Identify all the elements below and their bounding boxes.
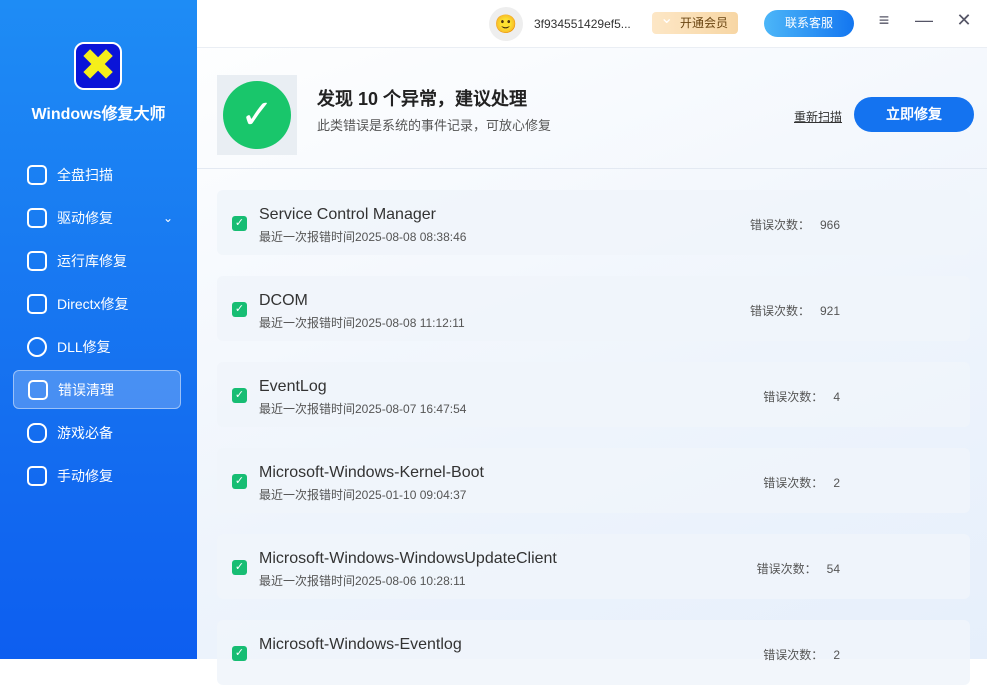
row-checkbox[interactable]: ✓ — [232, 216, 247, 231]
error-count-value: 2 — [833, 648, 840, 662]
row-checkbox[interactable]: ✓ — [232, 302, 247, 317]
wrench-icon — [27, 465, 47, 486]
top-bar: 🙂 3f934551429ef5... 开通会员 联系客服 ≡ — ✕ — [197, 0, 987, 48]
error-count-value: 4 — [833, 390, 840, 404]
sidebar-item-label: 全盘扫描 — [57, 166, 113, 183]
row-checkbox[interactable]: ✓ — [232, 560, 247, 575]
sidebar-item-label: 错误清理 — [58, 381, 114, 398]
result-header: ✓ 发现 10 个异常，建议处理 此类错误是系统的事件记录，可放心修复 重新扫描… — [197, 48, 987, 169]
gamepad-icon — [27, 422, 47, 443]
error-count-value: 54 — [826, 562, 840, 576]
error-count-label: 错误次数： — [763, 648, 824, 662]
gear-icon — [27, 336, 47, 357]
sidebar-item-game-essentials[interactable]: 游戏必备 — [13, 413, 181, 452]
avatar[interactable]: 🙂 — [489, 7, 523, 41]
error-count-value: 921 — [819, 304, 840, 318]
tools-icon — [27, 293, 47, 314]
error-count-value: 966 — [819, 218, 840, 232]
sidebar-item-full-scan[interactable]: 全盘扫描 — [13, 155, 181, 194]
error-source: Microsoft-Windows-WindowsUpdateClient — [259, 550, 557, 567]
error-count: 错误次数： 2 — [640, 474, 840, 491]
error-source: Microsoft-Windows-Eventlog — [259, 636, 462, 653]
sidebar-item-runtime-repair[interactable]: 运行库修复 — [13, 241, 181, 280]
sidebar-item-label: 驱动修复 — [57, 209, 113, 226]
error-source: EventLog — [259, 378, 327, 395]
last-error-time: 最近一次报错时间2025-01-10 09:04:37 — [259, 488, 467, 502]
error-count-label: 错误次数： — [756, 562, 817, 576]
sidebar-item-label: DLL修复 — [57, 338, 111, 355]
sidebar-item-driver-repair[interactable]: 驱动修复 ⌄ — [13, 198, 181, 237]
chevron-down-icon: ⌄ — [162, 210, 173, 225]
sidebar-item-dll-repair[interactable]: DLL修复 — [13, 327, 181, 366]
sidebar-item-label: Directx修复 — [57, 295, 129, 312]
error-count: 错误次数： 4 — [640, 388, 840, 405]
row-checkbox[interactable]: ✓ — [232, 474, 247, 489]
last-error-time: 最近一次报错时间2025-08-08 11:12:11 — [259, 316, 465, 330]
app-name: Windows修复大师 — [31, 106, 166, 123]
main-panel: 🙂 3f934551429ef5... 开通会员 联系客服 ≡ — ✕ ✓ 发现… — [197, 0, 987, 685]
error-row: ✓ Microsoft-Windows-Kernel-Boot 最近一次报错时间… — [217, 448, 970, 513]
error-row: ✓ Service Control Manager 最近一次报错时间2025-0… — [217, 190, 970, 255]
error-count: 错误次数： 2 — [640, 646, 840, 663]
contact-service-button[interactable]: 联系客服 — [764, 10, 854, 37]
success-check-icon: ✓ — [217, 75, 297, 155]
sidebar-item-label: 运行库修复 — [57, 252, 127, 269]
app-logo: ✖ — [74, 42, 122, 90]
error-row: ✓ Microsoft-Windows-WindowsUpdateClient … — [217, 534, 970, 599]
sidebar-item-manual-repair[interactable]: 手动修复 — [13, 456, 181, 495]
fix-now-button[interactable]: 立即修复 — [854, 97, 974, 132]
sidebar-nav: 全盘扫描 驱动修复 ⌄ 运行库修复 Directx修复 DLL修复 错误清理 游戏… — [13, 155, 181, 499]
error-count-label: 错误次数： — [763, 476, 824, 490]
sidebar: ✖ Windows修复大师 全盘扫描 驱动修复 ⌄ 运行库修复 Directx修复… — [0, 0, 197, 659]
error-count-label: 错误次数： — [749, 304, 810, 318]
sidebar-item-label: 手动修复 — [57, 467, 113, 484]
menu-icon[interactable]: ≡ — [872, 10, 896, 31]
document-icon — [28, 379, 48, 400]
scan-icon — [27, 164, 47, 185]
error-row: ✓ Microsoft-Windows-Eventlog 错误次数： 2 — [217, 620, 970, 685]
error-row: ✓ DCOM 最近一次报错时间2025-08-08 11:12:11 错误次数：… — [217, 276, 970, 341]
rescan-link[interactable]: 重新扫描 — [794, 108, 842, 125]
monitor-icon — [27, 250, 47, 271]
error-count-value: 2 — [833, 476, 840, 490]
close-icon[interactable]: ✕ — [952, 10, 976, 31]
last-error-time: 最近一次报错时间2025-08-06 10:28:11 — [259, 574, 466, 588]
error-count: 错误次数： 54 — [640, 560, 840, 577]
error-count: 错误次数： 966 — [640, 216, 840, 233]
error-source: Microsoft-Windows-Kernel-Boot — [259, 464, 484, 481]
minimize-icon[interactable]: — — [912, 10, 936, 31]
sidebar-item-error-cleanup[interactable]: 错误清理 — [13, 370, 181, 409]
error-row: ✓ EventLog 最近一次报错时间2025-08-07 16:47:54 错… — [217, 362, 970, 427]
error-count: 错误次数： 921 — [640, 302, 840, 319]
vip-button[interactable]: 开通会员 — [652, 8, 739, 34]
error-count-label: 错误次数： — [749, 218, 810, 232]
page-subtitle: 此类错误是系统的事件记录，可放心修复 — [317, 118, 552, 133]
user-id: 3f934551429ef5... — [534, 17, 631, 31]
sidebar-item-directx-repair[interactable]: Directx修复 — [13, 284, 181, 323]
page-title: 发现 10 个异常，建议处理 — [317, 89, 528, 109]
row-checkbox[interactable]: ✓ — [232, 388, 247, 403]
sliders-icon — [27, 207, 47, 228]
sidebar-item-label: 游戏必备 — [57, 424, 113, 441]
last-error-time: 最近一次报错时间2025-08-08 08:38:46 — [259, 230, 467, 244]
error-count-label: 错误次数： — [763, 390, 824, 404]
error-source: Service Control Manager — [259, 206, 436, 223]
error-source: DCOM — [259, 292, 308, 309]
last-error-time: 最近一次报错时间2025-08-07 16:47:54 — [259, 402, 467, 416]
